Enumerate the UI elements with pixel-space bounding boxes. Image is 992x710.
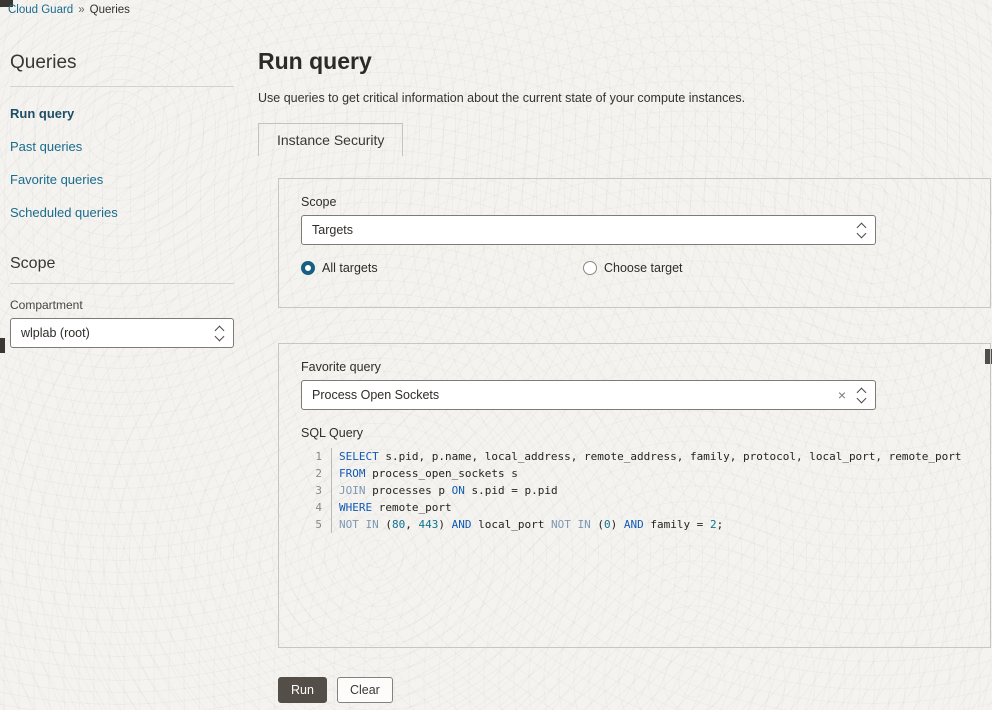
breadcrumb-current: Queries [90,4,130,16]
sidebar-title: Queries [10,52,234,74]
radio-choose-target[interactable]: Choose target [583,261,683,275]
radio-all-targets-label: All targets [322,261,378,275]
tab-instance-security[interactable]: Instance Security [258,123,403,156]
query-panel: Favorite query Process Open Sockets × SQ… [278,343,991,648]
scope-label: Scope [301,195,968,209]
sidebar-item-favorite-queries[interactable]: Favorite queries [10,163,234,196]
code-text: JOIN processes p ON s.pid = p.pid [331,482,558,499]
page-title: Run query [258,48,992,75]
line-number: 3 [301,482,331,499]
chevron-up-down-icon [858,224,865,237]
sidebar-item-past-queries[interactable]: Past queries [10,130,234,163]
breadcrumb-link-cloud-guard[interactable]: Cloud Guard [8,4,73,16]
run-button[interactable]: Run [278,677,327,703]
code-text: SELECT s.pid, p.name, local_address, rem… [331,448,962,465]
breadcrumb: Cloud Guard » Queries [8,4,130,16]
sidebar-resize-handle[interactable] [0,338,5,353]
chevron-up-down-icon [216,327,223,340]
code-line: 5NOT IN (80, 443) AND local_port NOT IN … [301,516,968,533]
page-description: Use queries to get critical information … [258,91,992,105]
compartment-label: Compartment [10,298,234,312]
code-line: 4WHERE remote_port [301,499,968,516]
targets-dropdown-value: Targets [312,223,353,237]
sidebar: Queries Run query Past queries Favorite … [10,52,234,348]
line-number: 4 [301,499,331,516]
main-content: Run query Use queries to get critical in… [258,48,992,703]
favorite-query-dropdown[interactable]: Process Open Sockets × [301,380,876,410]
radio-selected-icon[interactable] [301,261,315,275]
clear-button[interactable]: Clear [337,677,393,703]
favorite-query-value: Process Open Sockets [312,388,439,402]
scope-panel: Scope Targets All targets Choose target [278,178,991,308]
target-radio-row: All targets Choose target [301,261,968,275]
sql-editor[interactable]: 1SELECT s.pid, p.name, local_address, re… [301,448,968,623]
favorite-query-label: Favorite query [301,360,968,374]
divider [10,283,234,284]
code-lines: 1SELECT s.pid, p.name, local_address, re… [301,448,968,533]
code-line: 2FROM process_open_sockets s [301,465,968,482]
line-number: 5 [301,516,331,533]
code-text: FROM process_open_sockets s [331,465,518,482]
sql-query-label: SQL Query [301,426,968,440]
targets-dropdown[interactable]: Targets [301,215,876,245]
compartment-select-value: wlplab (root) [21,326,90,340]
clear-selection-icon[interactable]: × [838,388,846,402]
sidebar-item-scheduled-queries[interactable]: Scheduled queries [10,196,234,229]
radio-choose-target-label: Choose target [604,261,683,275]
sidebar-scope-title: Scope [10,255,234,273]
radio-unselected-icon[interactable] [583,261,597,275]
line-number: 2 [301,465,331,482]
chevron-up-down-icon [858,389,865,402]
divider [10,86,234,87]
code-text: WHERE remote_port [331,499,452,516]
radio-all-targets[interactable]: All targets [301,261,583,275]
line-number: 1 [301,448,331,465]
sidebar-item-run-query[interactable]: Run query [10,97,234,130]
code-line: 1SELECT s.pid, p.name, local_address, re… [301,448,968,465]
breadcrumb-separator: » [78,4,84,16]
dropdown-icons: × [838,388,865,402]
compartment-select[interactable]: wlplab (root) [10,318,234,348]
code-line: 3JOIN processes p ON s.pid = p.pid [301,482,968,499]
action-buttons: Run Clear [278,677,992,703]
sidebar-nav: Run query Past queries Favorite queries … [10,97,234,229]
code-text: NOT IN (80, 443) AND local_port NOT IN (… [331,516,723,533]
